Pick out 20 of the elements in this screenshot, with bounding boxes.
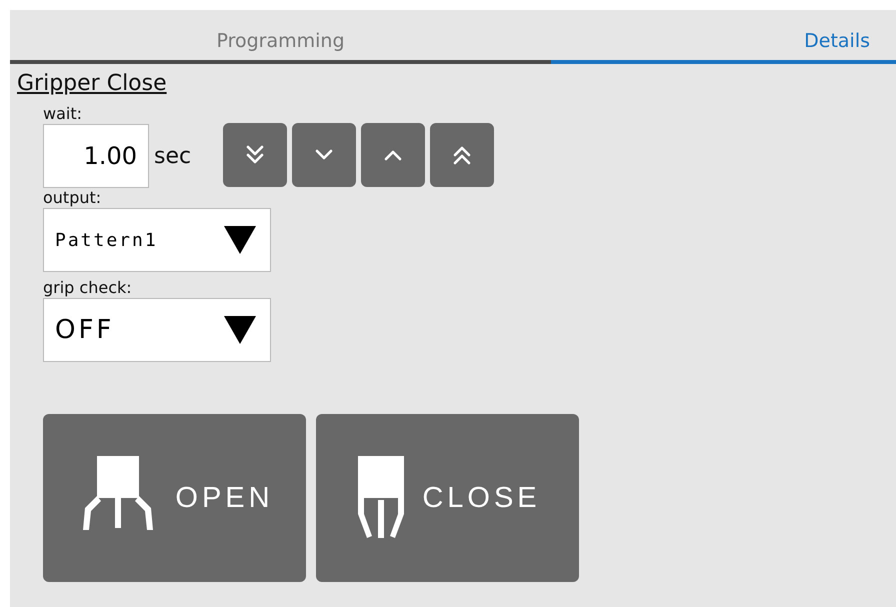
wait-input[interactable]: 1.00 — [43, 124, 149, 188]
field-label: wait: — [43, 104, 83, 124]
field-label: output: — [43, 188, 102, 208]
dropdown[interactable]: Pattern1 — [43, 208, 271, 272]
step-button[interactable] — [223, 123, 288, 187]
step-button[interactable] — [292, 123, 356, 187]
tab[interactable]: Details — [551, 10, 896, 64]
double-chevron-down-icon — [245, 145, 266, 165]
gripper-button[interactable]: CLOSE — [316, 414, 579, 582]
triangle-down-icon — [224, 226, 256, 254]
step-button[interactable] — [430, 123, 494, 187]
tab[interactable]: Programming — [10, 10, 551, 64]
field-label: grip check: — [43, 278, 133, 298]
step-button[interactable] — [361, 123, 426, 187]
section-title: Gripper Close — [17, 70, 167, 98]
dropdown[interactable]: OFF — [43, 298, 271, 362]
triangle-down-icon — [224, 316, 256, 344]
gripper-button[interactable]: OPEN — [43, 414, 306, 582]
unit-label: sec — [154, 144, 192, 168]
double-chevron-up-icon — [452, 145, 472, 165]
